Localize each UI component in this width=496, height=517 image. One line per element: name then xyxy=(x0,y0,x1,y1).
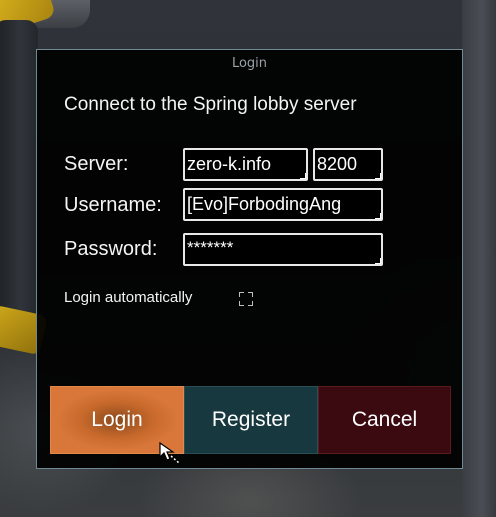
password-input[interactable]: ******* xyxy=(183,233,383,266)
register-button[interactable]: Register xyxy=(184,386,318,454)
server-host-input[interactable]: zero-k.info xyxy=(183,148,308,181)
password-label: Password: xyxy=(64,238,158,260)
cancel-button[interactable]: Cancel xyxy=(318,386,451,454)
login-window: Login Connect to the Spring lobby server… xyxy=(36,49,463,469)
window-title: Login xyxy=(231,56,268,71)
dialog-heading: Connect to the Spring lobby server xyxy=(64,94,357,115)
auto-login-checkbox[interactable] xyxy=(239,292,253,306)
server-port-input[interactable]: 8200 xyxy=(313,148,383,181)
background-robot-right xyxy=(462,0,496,517)
username-label: Username: xyxy=(64,194,162,216)
pointer-cursor-icon xyxy=(159,441,180,464)
server-label: Server: xyxy=(64,153,129,175)
auto-login-label: Login automatically xyxy=(64,289,193,306)
username-input[interactable]: [Evo]ForbodingAng xyxy=(183,188,383,221)
background-robot-body xyxy=(0,20,38,320)
